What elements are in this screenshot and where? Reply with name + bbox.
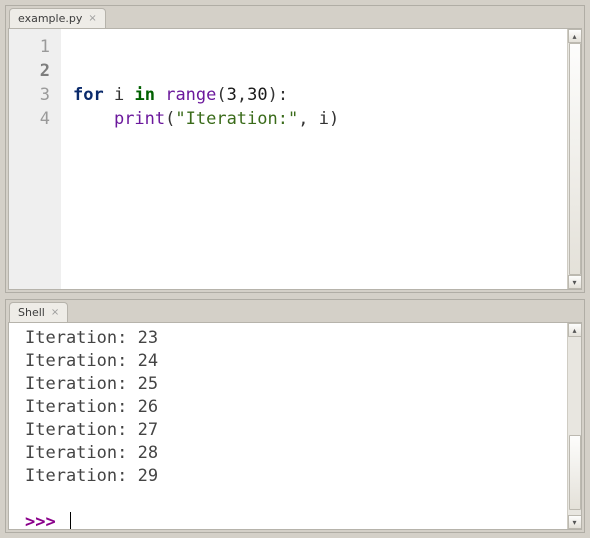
builtin-range: range <box>165 85 216 105</box>
shell-pane: Shell × Iteration: 23 Iteration: 24 Iter… <box>5 299 585 533</box>
shell-line: Iteration: 25 <box>25 374 158 394</box>
scroll-down-icon[interactable]: ▾ <box>568 275 582 289</box>
number: 3 <box>227 85 237 105</box>
editor-content: 1 2 3 4 for i in range(3,30): print("Ite… <box>8 28 582 290</box>
shell-prompt: >>> <box>25 512 66 530</box>
scrollbar-thumb[interactable] <box>569 43 581 275</box>
close-icon[interactable]: × <box>51 308 59 318</box>
line-number: 4 <box>9 107 60 131</box>
line-number: 2 <box>9 59 60 83</box>
code-line-3: for i in range(3,30): <box>73 85 288 105</box>
shell-tab[interactable]: Shell × <box>9 302 68 322</box>
shell-line: Iteration: 23 <box>25 328 158 348</box>
text-cursor <box>70 512 71 530</box>
punct: , <box>298 109 318 129</box>
scroll-up-icon[interactable]: ▴ <box>568 323 582 337</box>
keyword-in: in <box>134 85 154 105</box>
shell-vertical-scrollbar[interactable]: ▴ ▾ <box>567 323 581 529</box>
editor-pane: example.py × 1 2 3 4 for i in range(3,30… <box>5 5 585 293</box>
editor-tab-label: example.py <box>18 12 82 26</box>
code-line-4: print("Iteration:", i) <box>73 109 339 129</box>
shell-line: Iteration: 28 <box>25 443 158 463</box>
editor-tab[interactable]: example.py × <box>9 8 106 28</box>
shell-line: Iteration: 27 <box>25 420 158 440</box>
line-number: 1 <box>9 35 60 59</box>
shell-tab-label: Shell <box>18 306 45 320</box>
punct: ( <box>216 85 226 105</box>
shell-output[interactable]: Iteration: 23 Iteration: 24 Iteration: 2… <box>9 323 567 530</box>
workspace: example.py × 1 2 3 4 for i in range(3,30… <box>0 0 590 538</box>
scrollbar-track[interactable] <box>568 337 582 515</box>
shell-line: Iteration: 26 <box>25 397 158 417</box>
scroll-up-icon[interactable]: ▴ <box>568 29 582 43</box>
identifier: i <box>114 85 124 105</box>
builtin-print: print <box>114 109 165 129</box>
keyword-for: for <box>73 85 104 105</box>
shell-line: Iteration: 24 <box>25 351 158 371</box>
shell-tabstrip: Shell × <box>6 300 584 322</box>
shell-line: Iteration: 29 <box>25 466 158 486</box>
scrollbar-thumb[interactable] <box>569 435 581 510</box>
scroll-down-icon[interactable]: ▾ <box>568 515 582 529</box>
line-number-gutter: 1 2 3 4 <box>9 29 61 289</box>
code-area[interactable]: for i in range(3,30): print("Iteration:"… <box>61 29 567 289</box>
punct: ) <box>329 109 339 129</box>
scrollbar-track[interactable] <box>568 43 582 275</box>
string: "Iteration:" <box>175 109 298 129</box>
editor-vertical-scrollbar[interactable]: ▴ ▾ <box>567 29 581 289</box>
number: 30 <box>247 85 267 105</box>
indent <box>73 109 114 129</box>
punct: ): <box>268 85 288 105</box>
identifier: i <box>319 109 329 129</box>
punct: ( <box>165 109 175 129</box>
line-number: 3 <box>9 83 60 107</box>
editor-tabstrip: example.py × <box>6 6 584 28</box>
punct: , <box>237 85 247 105</box>
shell-content: Iteration: 23 Iteration: 24 Iteration: 2… <box>8 322 582 530</box>
close-icon[interactable]: × <box>88 14 96 24</box>
